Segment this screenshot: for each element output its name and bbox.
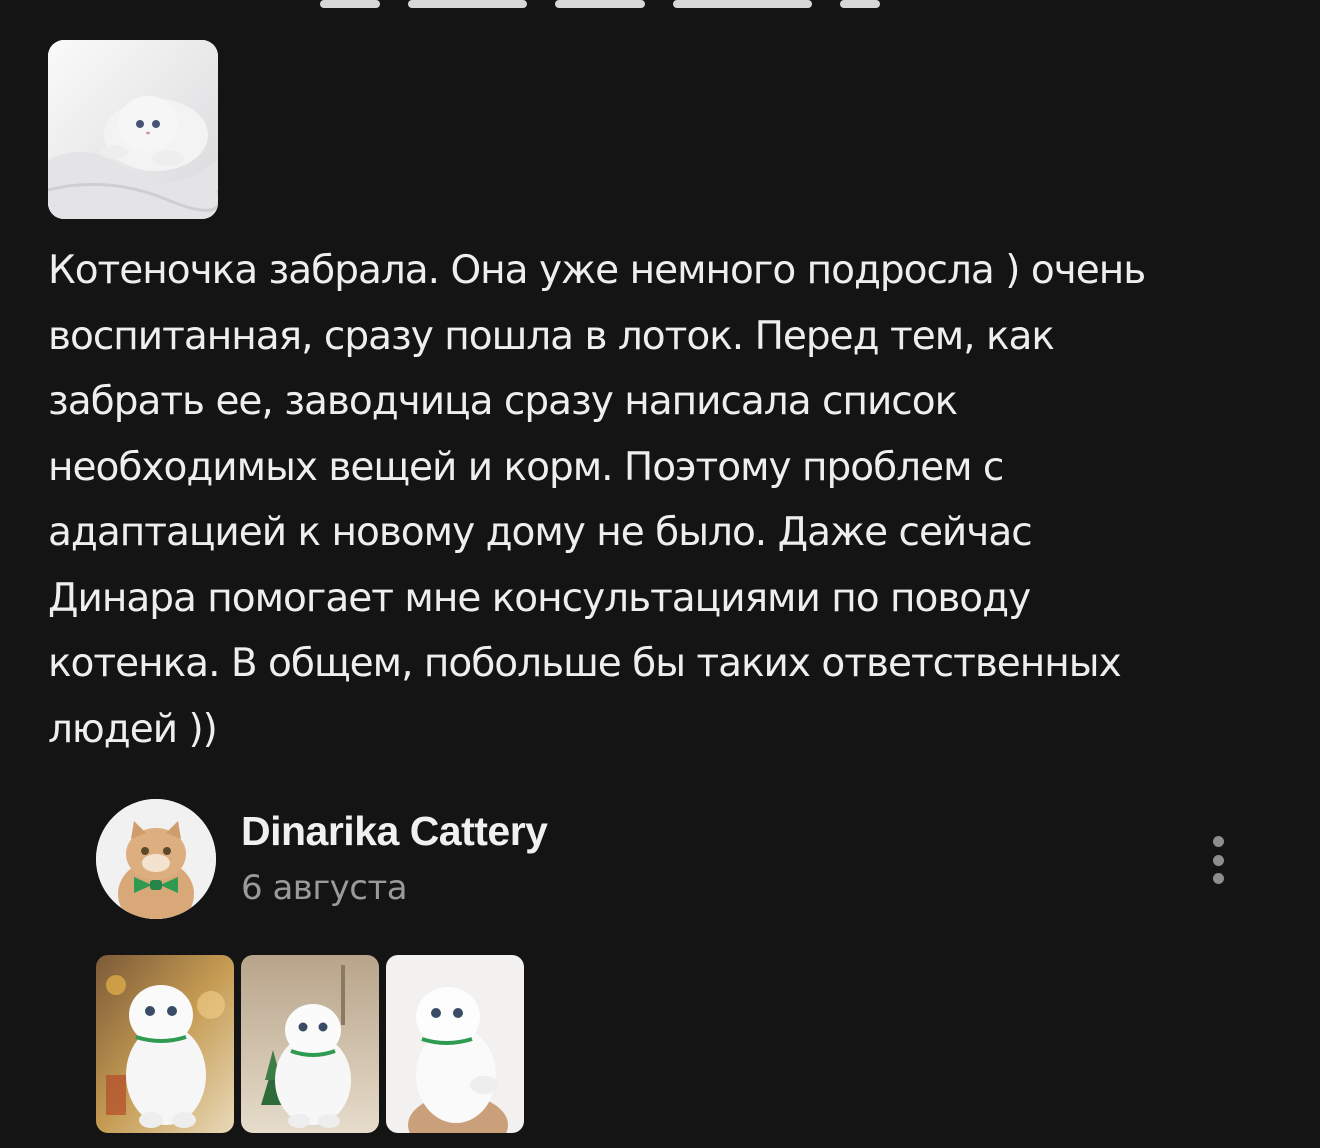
gallery-photo-2[interactable] — [241, 955, 379, 1133]
more-vertical-icon[interactable] — [1200, 832, 1236, 888]
review-screen: Котеночка забрала. Она уже немного подро… — [0, 0, 1320, 1148]
gallery-photo-1[interactable] — [96, 955, 234, 1133]
gallery-photo-3[interactable] — [386, 955, 524, 1133]
clipped-text-line — [320, 0, 880, 8]
kitten-photo-image — [48, 40, 218, 219]
author-name[interactable]: Dinarika Cattery — [241, 808, 548, 855]
review-text: Котеночка забрала. Она уже немного подро… — [48, 248, 1146, 752]
kitten-photo-image — [241, 955, 379, 1133]
review-photo[interactable] — [48, 40, 218, 219]
kitten-photo-image — [386, 955, 524, 1133]
avatar[interactable] — [96, 799, 216, 919]
cat-avatar-icon — [96, 799, 216, 919]
kitten-photo-image — [96, 955, 234, 1133]
post-date: 6 августа — [241, 868, 408, 908]
reply-gallery — [96, 955, 524, 1133]
